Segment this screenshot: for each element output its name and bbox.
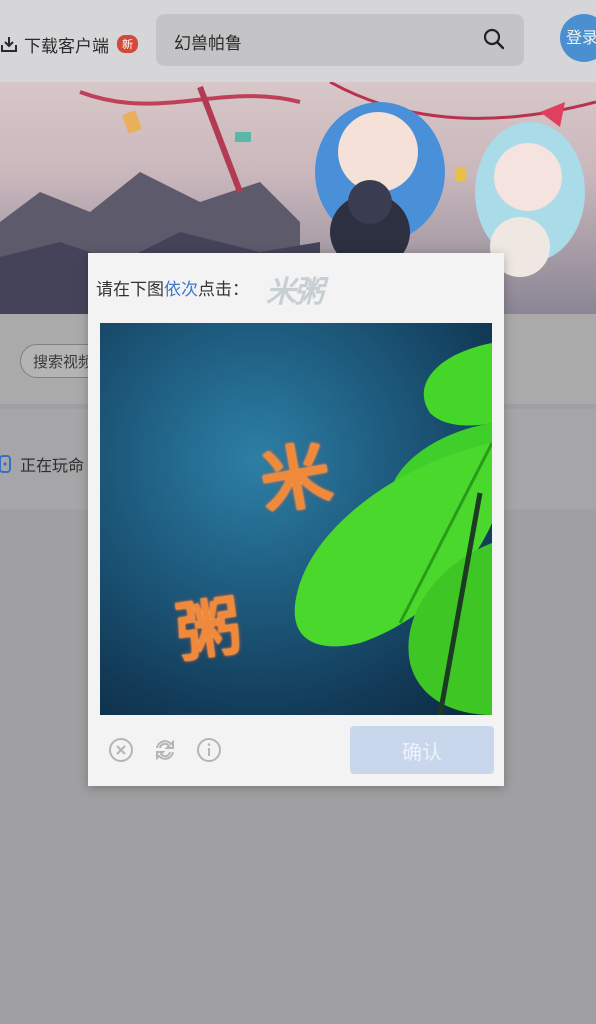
refresh-icon[interactable] <box>152 737 178 763</box>
new-badge: 新 <box>117 35 138 53</box>
search-input[interactable]: 幻兽帕鲁 <box>156 14 524 66</box>
login-button[interactable]: 登录 <box>560 14 596 62</box>
captcha-target-chars: 米粥 <box>266 275 324 310</box>
captcha-prompt: 请在下图依次点击： <box>96 280 249 300</box>
confirm-button[interactable]: 确认 <box>350 726 494 774</box>
captcha-char-2[interactable]: 粥 <box>170 575 246 675</box>
download-client-link[interactable]: 下载客户端 新 <box>0 30 138 58</box>
close-icon[interactable] <box>108 737 134 763</box>
download-icon <box>1 37 17 52</box>
captcha-controls <box>108 737 222 763</box>
captcha-dialog: 请在下图依次点击： 米粥 米 粥 确认 <box>88 253 504 786</box>
now-playing-row[interactable]: 正在玩命 <box>0 452 84 476</box>
now-playing-label: 正在玩命 <box>20 456 85 475</box>
captcha-image[interactable]: 米 粥 <box>100 323 492 715</box>
prompt-highlight: 依次 <box>164 280 198 300</box>
search-query: 幻兽帕鲁 <box>174 34 242 54</box>
download-label: 下载客户端 <box>24 36 109 57</box>
gamepad-icon <box>0 455 11 473</box>
top-bar: 下载客户端 新 幻兽帕鲁 登录 <box>0 0 596 82</box>
info-icon[interactable] <box>196 737 222 763</box>
search-icon[interactable] <box>482 27 506 51</box>
